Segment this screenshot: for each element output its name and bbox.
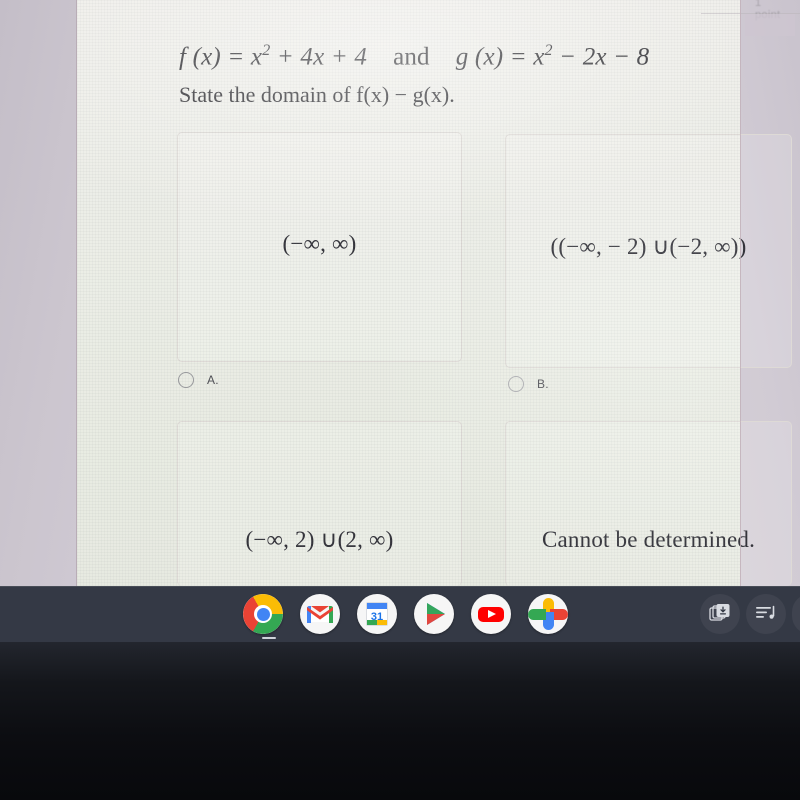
answer-box-c[interactable]: (−∞, 2) ∪(2, ∞) <box>177 421 462 586</box>
chromeos-shelf: 31 <box>0 586 800 642</box>
play-triangle-red <box>427 614 445 625</box>
media-queue-icon[interactable] <box>746 594 786 634</box>
g-remainder: − 2x − 8 <box>552 43 650 71</box>
question-line-2: State the domain of f(x) − g(x). <box>179 82 455 108</box>
question-line-1: f (x) = x2 + 4x + 4 and g (x) = x2 − 2x − … <box>179 36 800 72</box>
question-block: f (x) = x2 + 4x + 4 and g (x) = x2 − 2x − … <box>179 36 800 109</box>
answer-text-d: Cannot be determined. <box>541 527 756 552</box>
calendar-sheet: 31 <box>366 602 388 626</box>
shelf-status-area <box>700 594 800 634</box>
chrome-running-indicator <box>262 637 276 639</box>
youtube-play-triangle <box>488 610 496 618</box>
radio-label-a: A. <box>207 373 219 387</box>
top-right-panel <box>745 14 795 36</box>
partial-status-icon[interactable] <box>792 594 800 634</box>
quiz-page: 1 point f (x) = x2 + 4x + 4andg (x) = x2… <box>77 0 800 586</box>
radio-row-a[interactable]: A. <box>178 372 219 388</box>
answer-text-b: ((−∞, − 2) ∪(−2, ∞)) <box>550 234 747 259</box>
radio-row-b[interactable]: B. <box>508 376 549 392</box>
shelf-top-highlight <box>0 586 800 587</box>
calendar-yellow-corner <box>377 620 387 625</box>
radio-button-b-icon[interactable] <box>508 376 524 392</box>
gmail-envelope-glyph <box>307 606 333 623</box>
chrome-icon[interactable] <box>243 594 283 634</box>
answer-box-a[interactable]: (−∞, ∞) <box>177 132 462 362</box>
radio-button-a-icon[interactable] <box>178 372 194 388</box>
play-store-icon[interactable] <box>414 594 454 634</box>
page-margin-left <box>0 0 76 586</box>
calendar-green-corner <box>367 620 377 625</box>
chromebook-screen: 1 point f (x) = x2 + 4x + 4andg (x) = x2… <box>0 0 800 586</box>
page-divider-left <box>76 0 77 586</box>
answer-text-c: (−∞, 2) ∪(2, ∞) <box>245 527 394 552</box>
chrome-blue-dot <box>256 607 270 621</box>
shelf-app-list: 31 <box>243 594 568 634</box>
page-divider-right <box>740 0 741 586</box>
device-bezel <box>0 642 800 800</box>
screenshot-root: 1 point f (x) = x2 + 4x + 4andg (x) = x2… <box>0 0 800 800</box>
media-queue-glyph <box>756 605 775 619</box>
youtube-icon[interactable] <box>471 594 511 634</box>
screen-capture-icon[interactable] <box>700 594 740 634</box>
function-g-expression: g (x) = x <box>455 43 545 71</box>
f-remainder: + 4x + 4 <box>270 43 368 71</box>
screen-capture-glyph <box>709 604 730 621</box>
photos-blade-green <box>528 608 546 620</box>
g-exponent: 2 <box>544 42 553 59</box>
calendar-icon[interactable]: 31 <box>357 594 397 634</box>
answer-box-d[interactable]: Cannot be determined. <box>505 421 792 586</box>
conjunction-and: and <box>393 43 430 71</box>
play-triangle-green <box>427 603 445 614</box>
photos-icon[interactable] <box>528 594 568 634</box>
answer-text-a: (−∞, ∞) <box>282 231 357 256</box>
radio-label-b: B. <box>537 377 549 391</box>
gmail-icon[interactable] <box>300 594 340 634</box>
answer-box-b[interactable]: ((−∞, − 2) ∪(−2, ∞)) <box>505 134 792 368</box>
function-f-expression: f (x) = x <box>179 43 263 71</box>
